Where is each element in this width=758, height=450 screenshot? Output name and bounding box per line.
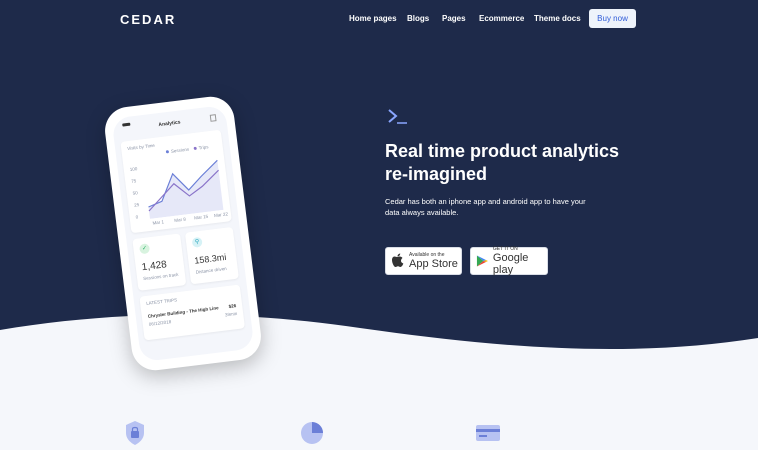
credit-card-icon — [476, 425, 500, 441]
x-tick: Mar 8 — [174, 216, 187, 223]
share-icon — [209, 114, 217, 122]
pie-chart-icon — [301, 422, 323, 444]
shield-icon — [126, 421, 144, 445]
nav-theme-docs[interactable]: Theme docs — [534, 14, 581, 23]
chart-card: Visits by Time Sessions Trips 100 75 50 … — [120, 129, 232, 234]
chart-title: Visits by Time — [126, 142, 156, 152]
app-store-button[interactable]: Available on the App Store — [385, 247, 462, 275]
trip-date: 06/12/2018 — [148, 319, 172, 327]
google-play-icon — [476, 255, 488, 267]
y-tick: 0 — [135, 214, 139, 220]
phone-screen: Analytics Visits by Time Sessions Trips … — [111, 104, 255, 363]
trip-name: Chrysler Building - The High Line — [147, 305, 219, 319]
headline-line-2: re-imagined — [385, 164, 488, 184]
subtext-line-1: Cedar has both an iphone app and android… — [385, 197, 586, 206]
nav-home-pages[interactable]: Home pages — [349, 14, 397, 23]
stat-value: 1,428 — [141, 259, 168, 274]
y-tick: 75 — [130, 178, 137, 184]
stat-label: Distance driven — [195, 265, 227, 275]
x-tick: Mar 22 — [213, 211, 229, 219]
legend-sessions: Sessions — [165, 146, 190, 155]
hero-subtext: Cedar has both an iphone app and android… — [385, 196, 605, 218]
x-tick: Mar 15 — [193, 213, 209, 221]
legend-label: Sessions — [170, 146, 190, 154]
subtext-line-2: data always available. — [385, 208, 459, 217]
trip-extra: 39min — [224, 311, 238, 318]
nav-ecommerce[interactable]: Ecommerce — [479, 14, 524, 23]
google-play-button[interactable]: GET IT ON Google play — [470, 246, 548, 276]
stat-value: 158.3mi — [193, 251, 227, 266]
latest-trips-card: LATEST TRIPS Chrysler Building - The Hig… — [139, 284, 245, 341]
brand-logo[interactable]: CEDAR — [120, 12, 176, 27]
hero-headline: Real time product analytics re-imagined — [385, 140, 645, 186]
stat-label: Sessions on track — [142, 271, 179, 282]
y-tick: 25 — [133, 202, 140, 208]
terminal-prompt-icon — [388, 109, 407, 124]
legend-label: Trips — [198, 144, 209, 151]
app-store-big: App Store — [409, 258, 458, 270]
buy-now-button[interactable]: Buy now — [589, 9, 636, 28]
stat-card-sessions: ✓ 1,428 Sessions on track — [132, 233, 187, 291]
check-icon: ✓ — [139, 243, 151, 255]
trip-cost: $26 — [228, 303, 237, 309]
headline-line-1: Real time product analytics — [385, 141, 620, 161]
google-play-big: Google play — [492, 252, 529, 276]
nav-blogs[interactable]: Blogs — [407, 14, 429, 23]
apple-icon — [392, 253, 404, 267]
x-tick: Mar 1 — [152, 219, 165, 226]
y-tick: 100 — [129, 166, 138, 172]
latest-trips-title: LATEST TRIPS — [145, 297, 178, 306]
location-icon: ⚲ — [191, 236, 203, 248]
line-chart — [148, 159, 224, 219]
hero-wave — [0, 314, 758, 380]
legend-dot-icon — [193, 146, 197, 151]
y-tick: 50 — [132, 190, 139, 196]
legend-trips: Trips — [193, 144, 209, 151]
nav-pages[interactable]: Pages — [442, 14, 466, 23]
legend-dot-icon — [165, 150, 170, 154]
stat-card-distance: ⚲ 158.3mi Distance driven — [184, 226, 239, 285]
